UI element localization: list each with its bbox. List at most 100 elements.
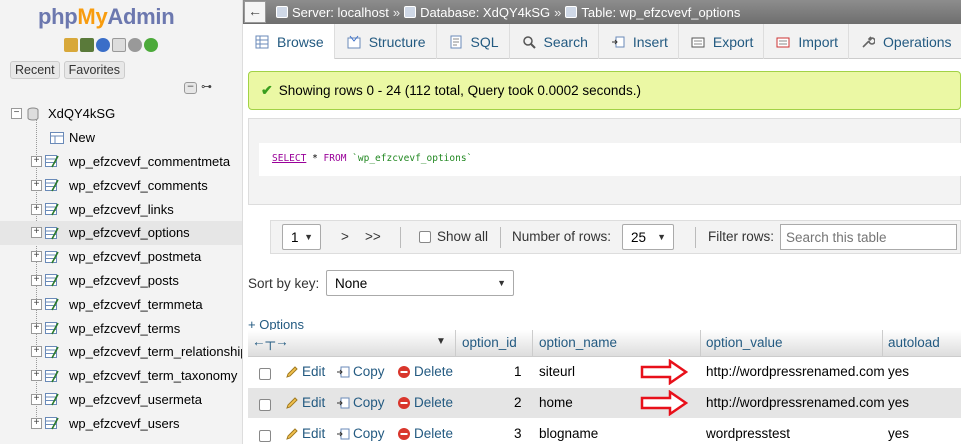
header-option-name[interactable]: option_name <box>539 335 617 350</box>
pagination-bar: 1 ▼ > >> Show all Number of rows: 25 ▼ F… <box>270 220 961 254</box>
edit-button[interactable]: Edit <box>285 364 325 379</box>
sql-query[interactable]: SELECT * FROM `wp_efzcvevf_options` <box>259 143 961 176</box>
tree-item-database[interactable]: − XdQY4kSG <box>0 102 242 126</box>
breadcrumb-server[interactable]: Server: localhost <box>292 5 389 20</box>
logout-icon[interactable] <box>80 38 94 52</box>
tree-item-table[interactable]: + wp_efzcvevf_comments <box>0 173 242 197</box>
tree-item-new[interactable]: New <box>0 126 242 150</box>
expand-icon[interactable]: + <box>31 203 42 215</box>
tree-item-table[interactable]: + wp_efzcvevf_term_taxonomy <box>0 364 242 388</box>
filter-rows-input[interactable] <box>780 224 957 250</box>
expand-icon[interactable]: + <box>31 155 42 167</box>
collapse-icon[interactable]: − <box>11 108 22 120</box>
edit-button[interactable]: Edit <box>285 426 325 441</box>
expand-icon[interactable]: + <box>31 393 42 405</box>
table-icon <box>45 392 59 406</box>
tab-browse-label: Browse <box>277 33 324 50</box>
tab-operations[interactable]: Operations <box>849 24 961 59</box>
pencil-icon <box>285 427 299 441</box>
delete-button[interactable]: Delete <box>397 395 453 410</box>
column-resize-icon[interactable]: ←┬→ <box>252 334 289 349</box>
back-arrow-icon[interactable]: ← <box>244 1 266 23</box>
home-icon[interactable] <box>64 38 78 52</box>
table-name[interactable]: wp_efzcvevf_term_taxonomy <box>69 368 237 383</box>
tab-structure[interactable]: Structure <box>335 24 437 59</box>
tab-browse[interactable]: Browse <box>243 24 335 59</box>
tree-item-table[interactable]: + wp_efzcvevf_links <box>0 197 242 221</box>
expand-icon[interactable]: + <box>31 322 42 334</box>
tree-item-table[interactable]: + wp_efzcvevf_termmeta <box>0 292 242 316</box>
table-name[interactable]: wp_efzcvevf_term_relationships <box>69 344 242 359</box>
table-name[interactable]: wp_efzcvevf_usermeta <box>69 392 202 407</box>
tab-sql-label: SQL <box>470 33 499 50</box>
tab-insert[interactable]: Insert <box>599 24 679 59</box>
new-label[interactable]: New <box>69 130 95 145</box>
expand-icon[interactable]: + <box>31 227 42 239</box>
copy-button[interactable]: Copy <box>336 426 385 441</box>
reload-icon[interactable] <box>144 38 158 52</box>
rows-select[interactable]: 25 ▼ <box>622 224 674 250</box>
edit-button[interactable]: Edit <box>285 395 325 410</box>
tree-item-table[interactable]: + wp_efzcvevf_users <box>0 411 242 435</box>
table-name[interactable]: wp_efzcvevf_comments <box>69 178 208 193</box>
column-options-icon[interactable]: ▼ <box>436 336 446 347</box>
database-name[interactable]: XdQY4kSG <box>48 106 115 121</box>
breadcrumb-database[interactable]: Database: XdQY4kSG <box>420 5 550 20</box>
expand-icon[interactable]: + <box>31 417 42 429</box>
tree-item-table[interactable]: + wp_efzcvevf_term_relationships <box>0 340 242 364</box>
sort-key-select[interactable]: None ▼ <box>326 270 514 296</box>
header-option-value[interactable]: option_value <box>706 335 783 350</box>
next-page-button[interactable]: > <box>341 229 349 244</box>
delete-button[interactable]: Delete <box>397 364 453 379</box>
expand-icon[interactable]: + <box>31 251 42 263</box>
table-name[interactable]: wp_efzcvevf_terms <box>69 321 180 336</box>
table-name[interactable]: wp_efzcvevf_users <box>69 416 180 431</box>
copy-button[interactable]: Copy <box>336 364 385 379</box>
show-all-label[interactable]: Show all <box>437 229 488 244</box>
breadcrumb-table[interactable]: Table: wp_efzcvevf_options <box>581 5 740 20</box>
show-all-checkbox[interactable] <box>419 231 431 243</box>
collapse-all-icon[interactable]: − <box>184 82 197 94</box>
delete-button[interactable]: Delete <box>397 426 453 441</box>
header-autoload[interactable]: autoload <box>888 335 940 350</box>
header-option-id[interactable]: option_id <box>462 335 517 350</box>
link-with-main-icon[interactable]: ⊶ <box>200 81 213 94</box>
tab-export[interactable]: Export <box>679 24 765 59</box>
tree-item-table[interactable]: + wp_efzcvevf_posts <box>0 269 242 293</box>
documentation-icon[interactable] <box>112 38 126 52</box>
row-checkbox[interactable] <box>259 368 271 380</box>
rows-select-value: 25 <box>631 229 647 245</box>
expand-icon[interactable]: + <box>31 298 42 310</box>
phpmyadmin-logo[interactable]: phpMyAdmin <box>38 4 175 30</box>
page-select[interactable]: 1 ▼ <box>282 224 321 250</box>
expand-icon[interactable]: + <box>31 179 42 191</box>
row-checkbox[interactable] <box>259 430 271 442</box>
recent-tab[interactable]: Recent <box>10 61 60 79</box>
table-name[interactable]: wp_efzcvevf_commentmeta <box>69 154 230 169</box>
tree-item-table[interactable]: + wp_efzcvevf_options <box>0 220 242 245</box>
tab-search[interactable]: Search <box>510 24 599 59</box>
tab-import[interactable]: Import <box>764 24 850 59</box>
expand-icon[interactable]: + <box>31 346 42 358</box>
tree-item-table[interactable]: + wp_efzcvevf_postmeta <box>0 245 242 269</box>
breadcrumb-separator: » <box>554 4 562 20</box>
table-name[interactable]: wp_efzcvevf_posts <box>69 273 179 288</box>
expand-icon[interactable]: + <box>31 370 42 382</box>
expand-icon[interactable]: + <box>31 274 42 286</box>
row-checkbox[interactable] <box>259 399 271 411</box>
help-icon[interactable] <box>96 38 110 52</box>
tab-sql[interactable]: SQL <box>437 24 510 59</box>
copy-button[interactable]: Copy <box>336 395 385 410</box>
table-name[interactable]: wp_efzcvevf_links <box>69 202 174 217</box>
last-page-button[interactable]: >> <box>365 229 381 244</box>
settings-icon[interactable] <box>128 38 142 52</box>
tab-export-label: Export <box>712 33 754 50</box>
cell-option-id: 2 <box>514 395 522 410</box>
favorites-tab[interactable]: Favorites <box>63 61 126 79</box>
table-name[interactable]: wp_efzcvevf_postmeta <box>69 249 201 264</box>
tree-item-table[interactable]: + wp_efzcvevf_commentmeta <box>0 150 242 174</box>
table-name[interactable]: wp_efzcvevf_termmeta <box>69 297 203 312</box>
tree-item-table[interactable]: + wp_efzcvevf_usermeta <box>0 388 242 412</box>
table-name[interactable]: wp_efzcvevf_options <box>69 225 190 240</box>
tree-item-table[interactable]: + wp_efzcvevf_terms <box>0 316 242 340</box>
